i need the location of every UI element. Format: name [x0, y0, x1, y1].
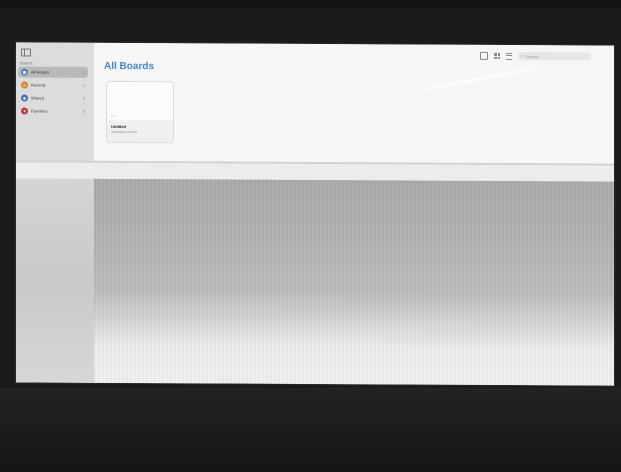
- sidebar-toggle-icon[interactable]: [21, 48, 31, 57]
- people-icon: ◉: [21, 94, 28, 102]
- sidebar-item-count: 0: [82, 95, 85, 101]
- sidebar: Boards ◼ All Boards 1 ◷ Recents 1 ◉ Shar…: [16, 42, 94, 383]
- boards-gallery: ⌕ Search All Boards 1/1 Untitled Yesterd…: [94, 42, 614, 166]
- page-title: All Boards: [104, 60, 155, 73]
- board-card[interactable]: 1/1 Untitled Yesterday, 3:56 PM: [106, 80, 174, 144]
- sidebar-item-favorites[interactable]: ♥ Favorites 0: [18, 105, 88, 116]
- screen-glare: [411, 67, 534, 93]
- search-field[interactable]: ⌕ Search: [518, 52, 591, 61]
- board-thumbnail-text: 1/1: [111, 113, 116, 118]
- toolbar: ⌕ Search: [480, 51, 591, 62]
- sidebar-item-count: 1: [82, 69, 85, 75]
- sidebar-item-label: All Boards: [31, 69, 50, 75]
- new-board-icon[interactable]: [480, 51, 488, 60]
- heart-icon: ♥: [21, 107, 28, 115]
- board-title: Untitled: [111, 123, 126, 130]
- search-placeholder: Search: [525, 53, 539, 59]
- freeform-window: Boards ◼ All Boards 1 ◷ Recents 1 ◉ Shar…: [16, 42, 614, 386]
- grid-view-icon[interactable]: [494, 52, 500, 59]
- monitor-bezel-top: [0, 0, 621, 8]
- sidebar-item-count: 1: [82, 82, 85, 88]
- list-view-icon[interactable]: [506, 52, 512, 60]
- sidebar-item-shared[interactable]: ◉ Shared 0: [18, 92, 88, 103]
- search-icon: ⌕: [521, 53, 524, 60]
- sidebar-item-label: Favorites: [31, 108, 48, 114]
- all-boards-icon: ◼: [21, 68, 28, 76]
- sidebar-item-label: Shared: [31, 95, 44, 101]
- sidebar-item-count: 0: [82, 108, 85, 114]
- sidebar-item-all-boards[interactable]: ◼ All Boards 1: [18, 66, 88, 78]
- clock-icon: ◷: [21, 81, 28, 89]
- sidebar-item-label: Recents: [31, 82, 46, 88]
- empty-canvas-area: [94, 178, 614, 386]
- board-thumbnail: 1/1: [107, 81, 173, 121]
- board-date: Yesterday, 3:56 PM: [111, 129, 137, 135]
- sidebar-lower-area: [16, 178, 94, 383]
- sidebar-item-recents[interactable]: ◷ Recents 1: [18, 79, 88, 90]
- monitor-stand-area: [0, 388, 621, 472]
- sidebar-header: Boards: [20, 60, 33, 66]
